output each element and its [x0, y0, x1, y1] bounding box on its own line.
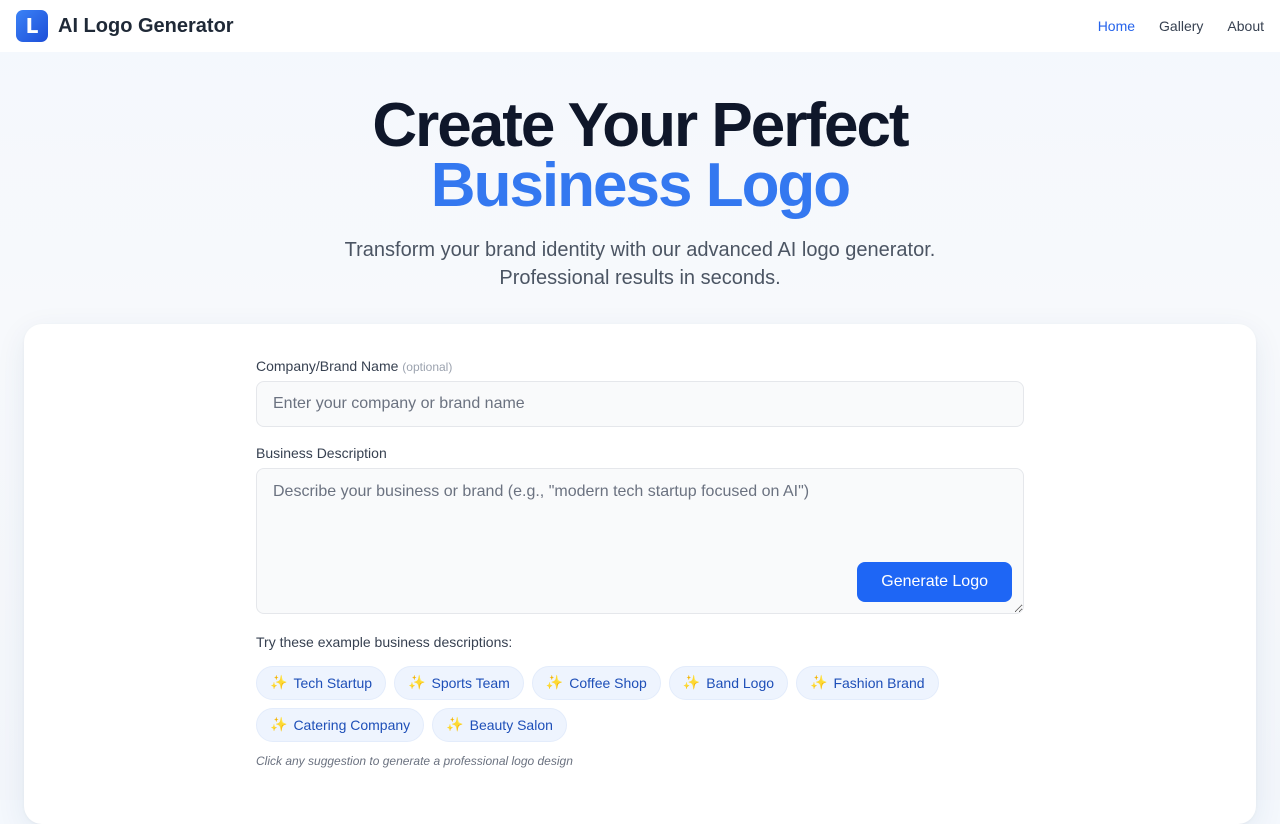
business-description-label: Business Description [256, 445, 387, 461]
hero-subtitle-line1: Transform your brand identity with our a… [344, 239, 936, 261]
chip-fashion-brand[interactable]: ✨ Fashion Brand [796, 666, 939, 700]
nav-link-gallery[interactable]: Gallery [1159, 18, 1203, 34]
brand[interactable]: L AI Logo Generator [16, 10, 234, 42]
sparkles-icon: ✨ [270, 675, 288, 691]
hero-subtitle-line2: Professional results in seconds. [499, 267, 781, 289]
app-title: AI Logo Generator [58, 14, 234, 37]
sparkles-icon: ✨ [682, 675, 701, 691]
chip-band-logo[interactable]: ✨ Band Logo [668, 666, 789, 700]
hero-title-line2: Business Logo [430, 151, 851, 220]
main-nav: Home Gallery About [1098, 18, 1264, 34]
sparkles-icon: ✨ [270, 717, 288, 733]
example-chips: ✨ Tech Startup ✨ Sports Team ✨ Coffee Sh… [256, 666, 1024, 742]
description-wrapper: Generate Logo [256, 468, 1024, 614]
hero-title-line1: Create Your Perfect [372, 91, 909, 160]
generator-card: Company/Brand Name (optional) Business D… [24, 324, 1256, 824]
logo-form: Company/Brand Name (optional) Business D… [256, 358, 1024, 768]
app-logo-icon: L [16, 10, 48, 42]
chip-sports-team[interactable]: ✨ Sports Team [394, 666, 524, 700]
chip-label: Fashion Brand [833, 675, 925, 691]
sparkles-icon: ✨ [408, 675, 426, 691]
sparkles-icon: ✨ [545, 675, 564, 691]
company-name-label-text: Company/Brand Name [256, 358, 399, 374]
top-navbar: L AI Logo Generator Home Gallery About [0, 0, 1280, 52]
chip-label: Sports Team [431, 675, 510, 691]
examples-label: Try these example business descriptions: [256, 634, 513, 650]
hero-subtitle: Transform your brand identity with our a… [0, 236, 1280, 292]
company-name-input[interactable] [256, 381, 1024, 427]
chip-label: Tech Startup [293, 675, 373, 691]
chip-label: Coffee Shop [569, 675, 647, 691]
chip-catering-company[interactable]: ✨ Catering Company [256, 708, 425, 742]
chip-beauty-salon[interactable]: ✨ Beauty Salon [432, 708, 567, 742]
sparkles-icon: ✨ [810, 675, 828, 691]
chip-tech-startup[interactable]: ✨ Tech Startup [256, 666, 387, 700]
company-name-label: Company/Brand Name (optional) [256, 358, 1024, 374]
chip-coffee-shop[interactable]: ✨ Coffee Shop [531, 666, 661, 700]
chip-label: Catering Company [293, 717, 411, 733]
nav-link-home[interactable]: Home [1098, 18, 1135, 34]
optional-tag: (optional) [402, 360, 453, 374]
chip-label: Beauty Salon [469, 717, 553, 733]
sparkles-icon: ✨ [446, 717, 464, 733]
suggestion-hint: Click any suggestion to generate a profe… [256, 754, 573, 768]
hero-section: Create Your Perfect Business Logo Transf… [0, 91, 1280, 292]
chip-label: Band Logo [706, 675, 775, 691]
generate-logo-button[interactable]: Generate Logo [857, 562, 1012, 602]
nav-link-about[interactable]: About [1227, 18, 1264, 34]
